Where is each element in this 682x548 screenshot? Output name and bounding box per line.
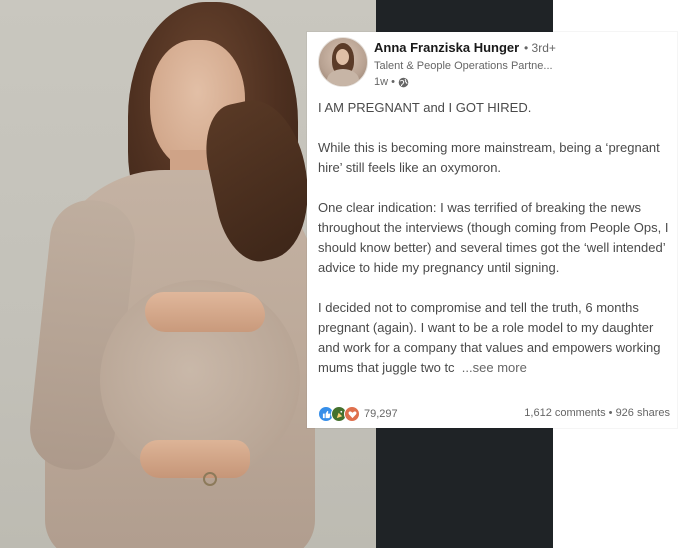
see-more-link[interactable]: ...see more — [462, 360, 527, 375]
photo-ring — [203, 472, 217, 486]
post-paragraph: One clear indication: I was terrified of… — [318, 200, 669, 275]
post-paragraph: I decided not to compromise and tell the… — [318, 298, 670, 378]
globe-icon — [398, 77, 409, 88]
connection-degree: • 3rd+ — [524, 41, 556, 55]
love-icon — [344, 406, 360, 422]
linkedin-post-card: Anna Franziska Hunger • 3rd+ Talent & Pe… — [307, 32, 677, 428]
photo-hand-bottom — [140, 440, 250, 478]
comments-shares-count[interactable]: 1,612 comments • 926 shares — [524, 407, 670, 419]
author-headline: Talent & People Operations Partne... — [374, 60, 553, 72]
post-time: 1w • — [374, 76, 395, 88]
photo-hand-top — [145, 292, 265, 332]
post-body: I AM PREGNANT and I GOT HIRED. While thi… — [318, 98, 670, 378]
post-paragraph: I AM PREGNANT and I GOT HIRED. — [318, 100, 532, 115]
social-counts-row: 79,297 1,612 comments • 926 shares — [318, 406, 674, 424]
author-name[interactable]: Anna Franziska Hunger — [374, 40, 519, 55]
post-paragraph: While this is becoming more mainstream, … — [318, 140, 660, 175]
reactions-count: 79,297 — [364, 408, 398, 420]
post-time-row: 1w • — [374, 76, 409, 88]
reactions-summary[interactable]: 79,297 — [318, 406, 398, 422]
author-avatar[interactable] — [318, 37, 368, 87]
